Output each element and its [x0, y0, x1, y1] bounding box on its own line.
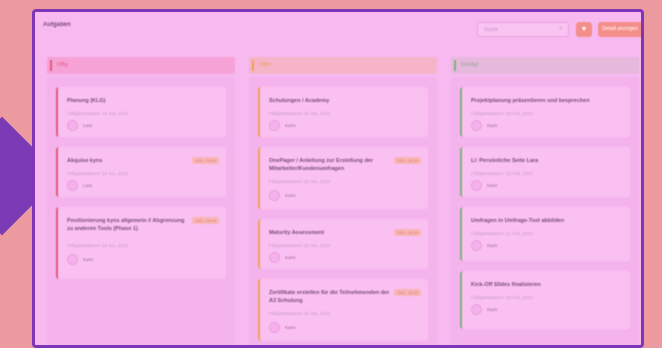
- filter-button[interactable]: ▼: [576, 22, 592, 37]
- avatar: [269, 252, 280, 263]
- task-assignee: Karin: [285, 255, 296, 260]
- task-name: Schulungen / Academy: [269, 98, 330, 104]
- column-label: Offig: [57, 62, 68, 68]
- task-name: Maturity Assessment: [269, 230, 325, 236]
- search-input[interactable]: Suche ⌕: [477, 22, 569, 37]
- avatar: [471, 180, 482, 191]
- task-card[interactable]: Planung (KLG) Fälligkeitsdatum: 14 Jun, …: [56, 87, 226, 137]
- task-name: Positionierung kyns allgemein // Abgrenz…: [67, 218, 185, 232]
- task-name: Li: Persönliche Seite Lara: [471, 158, 539, 164]
- task-card[interactable]: Akquise kyns ZEIL: 28.04 Fälligkeitsdatu…: [56, 147, 226, 197]
- task-name: Zertifikate erstellen für die Teilnehmen…: [269, 290, 390, 304]
- kanban-board-window: Aufgaben Suche ⌕ ▼ Detailt anzeigen Offi…: [32, 9, 644, 348]
- column-color-bar: [50, 60, 52, 71]
- search-icon: ⌕: [559, 25, 563, 32]
- avatar: [67, 180, 78, 191]
- task-card[interactable]: Schulungen / Academy Fälligkeitsdatum: 2…: [258, 87, 428, 137]
- avatar: [67, 254, 78, 265]
- task-name: Projektplanung präsentieren und besprech…: [471, 98, 590, 104]
- column-erledigt: Erledigt Projektplanung präsentieren und…: [451, 57, 639, 345]
- avatar: [471, 304, 482, 315]
- task-assignee: Karin: [487, 183, 498, 188]
- task-due-date: Fälligkeitsdatum: 28 Jun, 2024: [269, 311, 331, 316]
- column-header: Erledigt: [451, 57, 639, 74]
- task-assignee: Karin: [285, 193, 296, 198]
- search-placeholder: Suche: [484, 27, 499, 33]
- task-due-date: Fälligkeitsdatum: 26 Jun, 2024: [67, 243, 129, 248]
- task-card[interactable]: Projektplanung präsentieren und besprech…: [460, 87, 630, 137]
- column-offig: Offig Planung (KLG) Fälligkeitsdatum: 14…: [47, 57, 235, 345]
- task-assignee: Karin: [487, 123, 498, 128]
- status-badge: ZEIL: 28.04: [192, 157, 219, 164]
- filter-icon: ▼: [580, 26, 588, 33]
- task-due-date: Fälligkeitsdatum: 14 Jun, 2024: [67, 111, 129, 116]
- column-color-bar: [454, 60, 456, 71]
- column-color-bar: [252, 60, 254, 71]
- task-name: Akquise kyns: [67, 158, 103, 164]
- task-assignee: Karin: [285, 123, 296, 128]
- task-due-date: Fälligkeitsdatum: 28 Feb, 2024: [471, 295, 533, 300]
- column-header: Offig: [47, 57, 235, 74]
- task-due-date: Fälligkeitsdatum: 28 Jun, 2024: [269, 243, 331, 248]
- avatar: [471, 120, 482, 131]
- task-card[interactable]: OnePager / Anleitung zur Erstellung der …: [258, 147, 428, 209]
- task-assignee: Karin: [285, 325, 296, 330]
- task-card[interactable]: Umfragen in Umfrage-Tool abbilden Fällig…: [460, 207, 630, 261]
- task-card[interactable]: Maturity Assessment ZEIL: 28.04 Fälligke…: [258, 219, 428, 269]
- task-assignee: Lara: [83, 123, 93, 128]
- primary-action-button[interactable]: Detailt anzeigen: [598, 22, 641, 37]
- status-badge: ZEIL: 28.04: [394, 289, 421, 296]
- task-card[interactable]: Zertifikate erstellen für die Teilnehmen…: [258, 279, 428, 341]
- task-due-date: Fälligkeitsdatum: 21 Feb, 2024: [471, 231, 533, 236]
- task-due-date: Fälligkeitsdatum: 16 Feb, 2024: [471, 171, 533, 176]
- avatar: [471, 240, 482, 251]
- task-name: Kick-Off Slides finalisieren: [471, 282, 541, 288]
- avatar: [269, 190, 280, 201]
- column-body: Planung (KLG) Fälligkeitsdatum: 14 Jun, …: [47, 77, 235, 345]
- task-due-date: Fälligkeitsdatum: 28 Feb, 2024: [471, 111, 533, 116]
- page-title: Aufgaben: [43, 22, 71, 28]
- task-due-date: Fälligkeitsdatum: 28 Jun, 2024: [269, 111, 331, 116]
- task-name: OnePager / Anleitung zur Erstellung der …: [269, 158, 374, 172]
- status-badge: ZEIL: 28.04: [192, 217, 219, 224]
- column-header: Offen: [249, 57, 437, 74]
- status-badge: ZEIL: 28.04: [394, 229, 421, 236]
- column-label: Offen: [259, 62, 272, 68]
- task-name: Planung (KLG): [67, 98, 106, 104]
- column-offen: Offen Schulungen / Academy Fälligkeitsda…: [249, 57, 437, 345]
- task-card[interactable]: Kick-Off Slides finalisieren Fälligkeits…: [460, 271, 630, 329]
- task-assignee: Karin: [83, 257, 94, 262]
- task-due-date: Fälligkeitsdatum: 28 Jun, 2024: [269, 179, 331, 184]
- status-badge: ZEIL: 28.04: [394, 157, 421, 164]
- avatar: [269, 120, 280, 131]
- avatar: [269, 322, 280, 333]
- task-card[interactable]: Positionierung kyns allgemein // Abgrenz…: [56, 207, 226, 279]
- task-name: Umfragen in Umfrage-Tool abbilden: [471, 218, 565, 224]
- column-label: Erledigt: [461, 62, 478, 68]
- task-card[interactable]: Li: Persönliche Seite Lara Fälligkeitsda…: [460, 147, 630, 197]
- column-body: Projektplanung präsentieren und besprech…: [451, 77, 639, 345]
- column-body: Schulungen / Academy Fälligkeitsdatum: 2…: [249, 77, 437, 345]
- task-assignee: Lara: [83, 183, 93, 188]
- avatar: [67, 120, 78, 131]
- task-assignee: Karin: [487, 307, 498, 312]
- task-due-date: Fälligkeitsdatum: 14 Jun, 2024: [67, 171, 129, 176]
- task-assignee: Karin: [487, 243, 498, 248]
